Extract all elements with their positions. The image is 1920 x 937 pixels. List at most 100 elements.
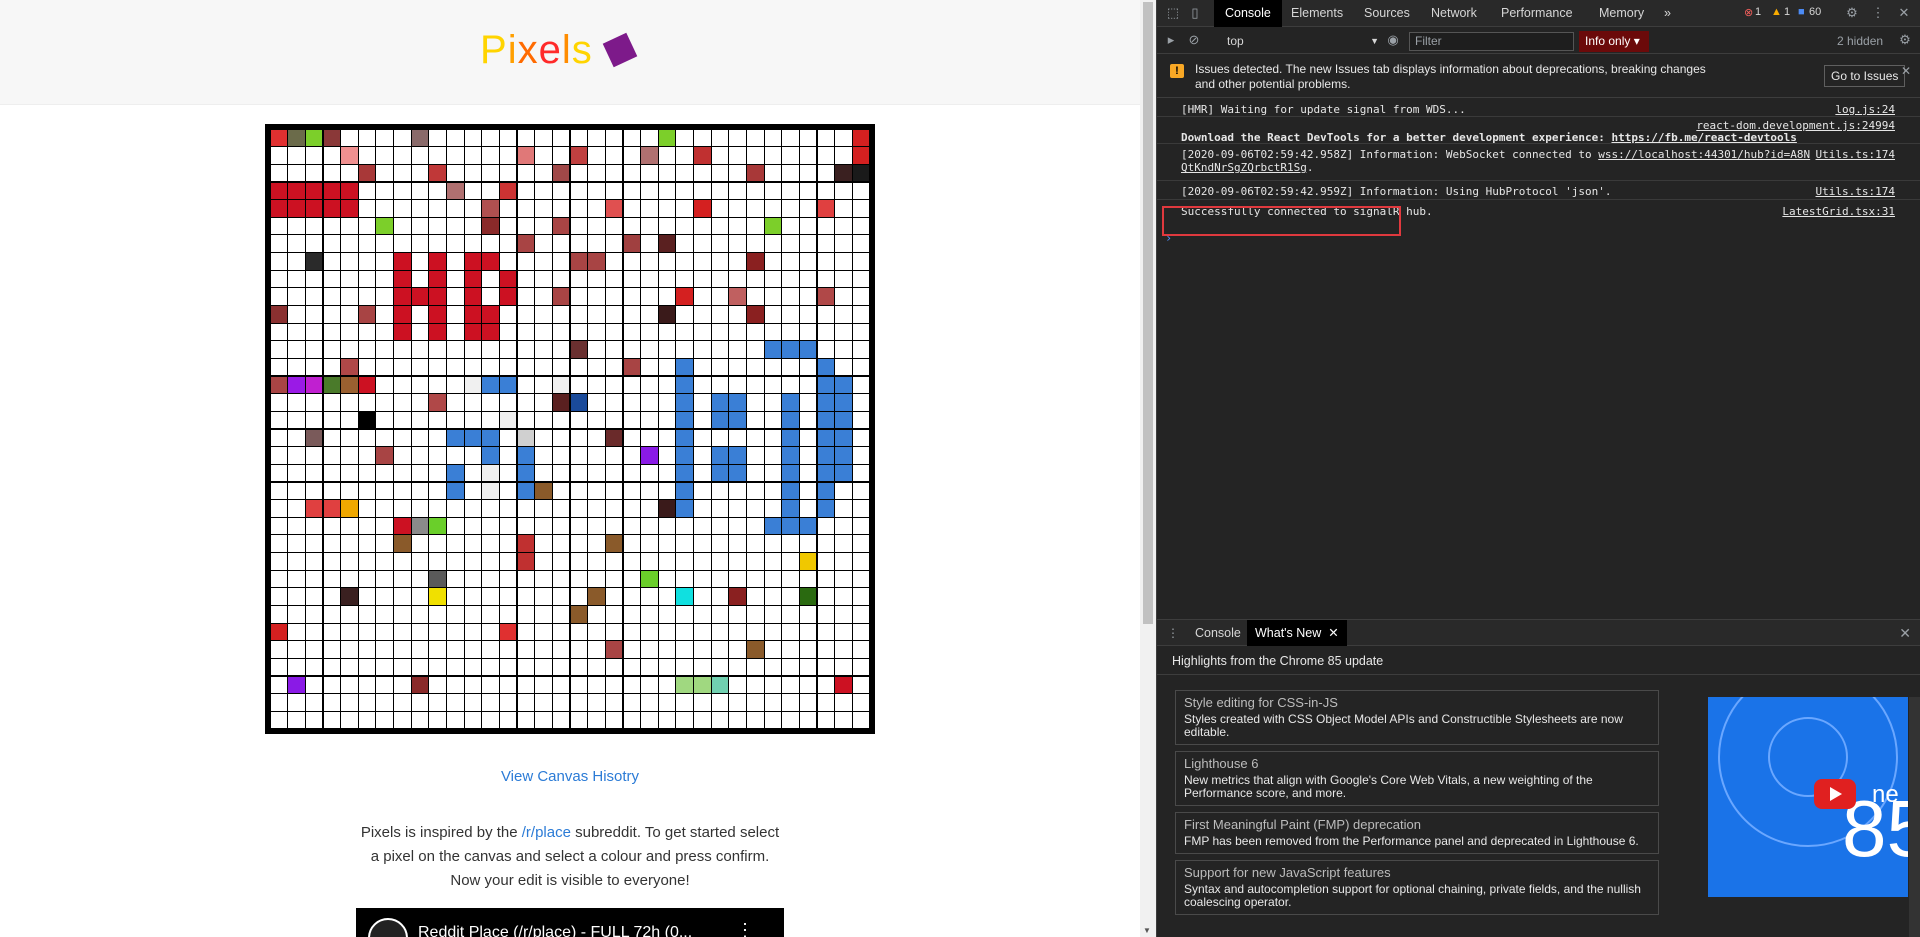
pixel-cell[interactable] bbox=[694, 711, 711, 729]
pixel-cell[interactable] bbox=[623, 270, 640, 288]
pixel-cell[interactable] bbox=[817, 447, 835, 464]
pixel-cell[interactable] bbox=[852, 270, 870, 288]
pixel-cell[interactable] bbox=[341, 606, 358, 623]
pixel-cell[interactable] bbox=[394, 641, 411, 658]
pixel-cell[interactable] bbox=[782, 711, 799, 729]
pixel-cell[interactable] bbox=[411, 129, 429, 147]
pixel-cell[interactable] bbox=[782, 588, 799, 605]
pixel-cell[interactable] bbox=[394, 676, 411, 694]
pixel-cell[interactable] bbox=[341, 570, 358, 588]
pixel-cell[interactable] bbox=[694, 217, 711, 235]
pixel-cell[interactable] bbox=[729, 200, 746, 217]
pixel-cell[interactable] bbox=[288, 711, 305, 729]
pixel-cell[interactable] bbox=[552, 411, 570, 429]
pixel-cell[interactable] bbox=[270, 606, 288, 623]
pixel-cell[interactable] bbox=[358, 394, 376, 411]
pixel-cell[interactable] bbox=[729, 447, 746, 464]
pixel-cell[interactable] bbox=[711, 411, 729, 429]
pixel-cell[interactable] bbox=[376, 288, 393, 305]
pixel-cell[interactable] bbox=[323, 411, 340, 429]
pixel-cell[interactable] bbox=[535, 447, 552, 464]
pixel-cell[interactable] bbox=[729, 411, 746, 429]
pixel-cell[interactable] bbox=[817, 147, 835, 164]
pixel-cell[interactable] bbox=[641, 323, 658, 341]
live-expression-eye-icon[interactable]: ◉ bbox=[1385, 32, 1401, 48]
go-to-issues-button[interactable]: Go to Issues bbox=[1824, 65, 1906, 87]
pixel-cell[interactable] bbox=[482, 606, 499, 623]
pixel-cell[interactable] bbox=[429, 235, 446, 252]
pixel-cell[interactable] bbox=[658, 182, 676, 199]
pixel-cell[interactable] bbox=[817, 217, 835, 235]
pixel-cell[interactable] bbox=[552, 464, 570, 482]
pixel-cell[interactable] bbox=[517, 588, 535, 605]
pixel-cell[interactable] bbox=[747, 200, 764, 217]
pixel-cell[interactable] bbox=[517, 676, 535, 694]
pixel-cell[interactable] bbox=[764, 235, 782, 252]
pixel-cell[interactable] bbox=[482, 500, 499, 517]
pixel-cell[interactable] bbox=[270, 711, 288, 729]
pixel-cell[interactable] bbox=[341, 711, 358, 729]
pixel-cell[interactable] bbox=[305, 553, 323, 570]
pixel-cell[interactable] bbox=[358, 182, 376, 199]
pixel-cell[interactable] bbox=[482, 588, 499, 605]
pixel-cell[interactable] bbox=[552, 606, 570, 623]
pixel-cell[interactable] bbox=[800, 182, 817, 199]
pixel-cell[interactable] bbox=[729, 341, 746, 358]
pixel-cell[interactable] bbox=[394, 570, 411, 588]
pixel-cell[interactable] bbox=[341, 182, 358, 199]
pixel-cell[interactable] bbox=[341, 411, 358, 429]
pixel-cell[interactable] bbox=[411, 411, 429, 429]
pixel-cell[interactable] bbox=[694, 694, 711, 711]
pixel-cell[interactable] bbox=[747, 535, 764, 552]
pixel-cell[interactable] bbox=[535, 641, 552, 658]
pixel-cell[interactable] bbox=[517, 553, 535, 570]
pixel-cell[interactable] bbox=[500, 164, 517, 182]
pixel-cell[interactable] bbox=[623, 341, 640, 358]
pixel-cell[interactable] bbox=[835, 200, 852, 217]
pixel-cell[interactable] bbox=[588, 129, 605, 147]
pixel-cell[interactable] bbox=[411, 464, 429, 482]
pixel-cell[interactable] bbox=[535, 270, 552, 288]
pixel-cell[interactable] bbox=[500, 517, 517, 535]
pixel-cell[interactable] bbox=[711, 464, 729, 482]
pixel-cell[interactable] bbox=[394, 588, 411, 605]
pixel-cell[interactable] bbox=[764, 500, 782, 517]
pixel-cell[interactable] bbox=[288, 341, 305, 358]
pixel-cell[interactable] bbox=[641, 411, 658, 429]
pixel-cell[interactable] bbox=[464, 270, 482, 288]
pixel-cell[interactable] bbox=[711, 288, 729, 305]
pixel-cell[interactable] bbox=[376, 253, 393, 270]
pixel-cell[interactable] bbox=[500, 606, 517, 623]
pixel-cell[interactable] bbox=[782, 464, 799, 482]
pixel-cell[interactable] bbox=[782, 606, 799, 623]
pixel-cell[interactable] bbox=[270, 164, 288, 182]
pixel-cell[interactable] bbox=[605, 553, 623, 570]
pixel-cell[interactable] bbox=[517, 411, 535, 429]
pixel-cell[interactable] bbox=[288, 253, 305, 270]
pixel-cell[interactable] bbox=[535, 200, 552, 217]
pixel-cell[interactable] bbox=[817, 711, 835, 729]
pixel-cell[interactable] bbox=[729, 588, 746, 605]
pixel-cell[interactable] bbox=[358, 253, 376, 270]
pixel-cell[interactable] bbox=[588, 376, 605, 394]
pixels-logo[interactable]: Pixels bbox=[480, 26, 593, 74]
pixel-cell[interactable] bbox=[358, 517, 376, 535]
filter-input[interactable]: Filter bbox=[1409, 32, 1574, 51]
pixel-cell[interactable] bbox=[782, 676, 799, 694]
log-url-link-continued[interactable]: QtKndNrSgZQrbctR1Sg bbox=[1181, 161, 1307, 174]
pixel-cell[interactable] bbox=[358, 270, 376, 288]
pixel-cell[interactable] bbox=[464, 359, 482, 376]
pixel-cell[interactable] bbox=[676, 711, 693, 729]
pixel-cell[interactable] bbox=[535, 517, 552, 535]
pixel-cell[interactable] bbox=[623, 394, 640, 411]
pixel-cell[interactable] bbox=[711, 500, 729, 517]
pixel-cell[interactable] bbox=[800, 447, 817, 464]
pixel-cell[interactable] bbox=[464, 517, 482, 535]
pixel-cell[interactable] bbox=[747, 694, 764, 711]
pixel-cell[interactable] bbox=[747, 482, 764, 499]
pixel-cell[interactable] bbox=[588, 270, 605, 288]
pixel-cell[interactable] bbox=[376, 588, 393, 605]
pixel-cell[interactable] bbox=[658, 217, 676, 235]
pixel-cell[interactable] bbox=[729, 517, 746, 535]
pixel-cell[interactable] bbox=[764, 464, 782, 482]
